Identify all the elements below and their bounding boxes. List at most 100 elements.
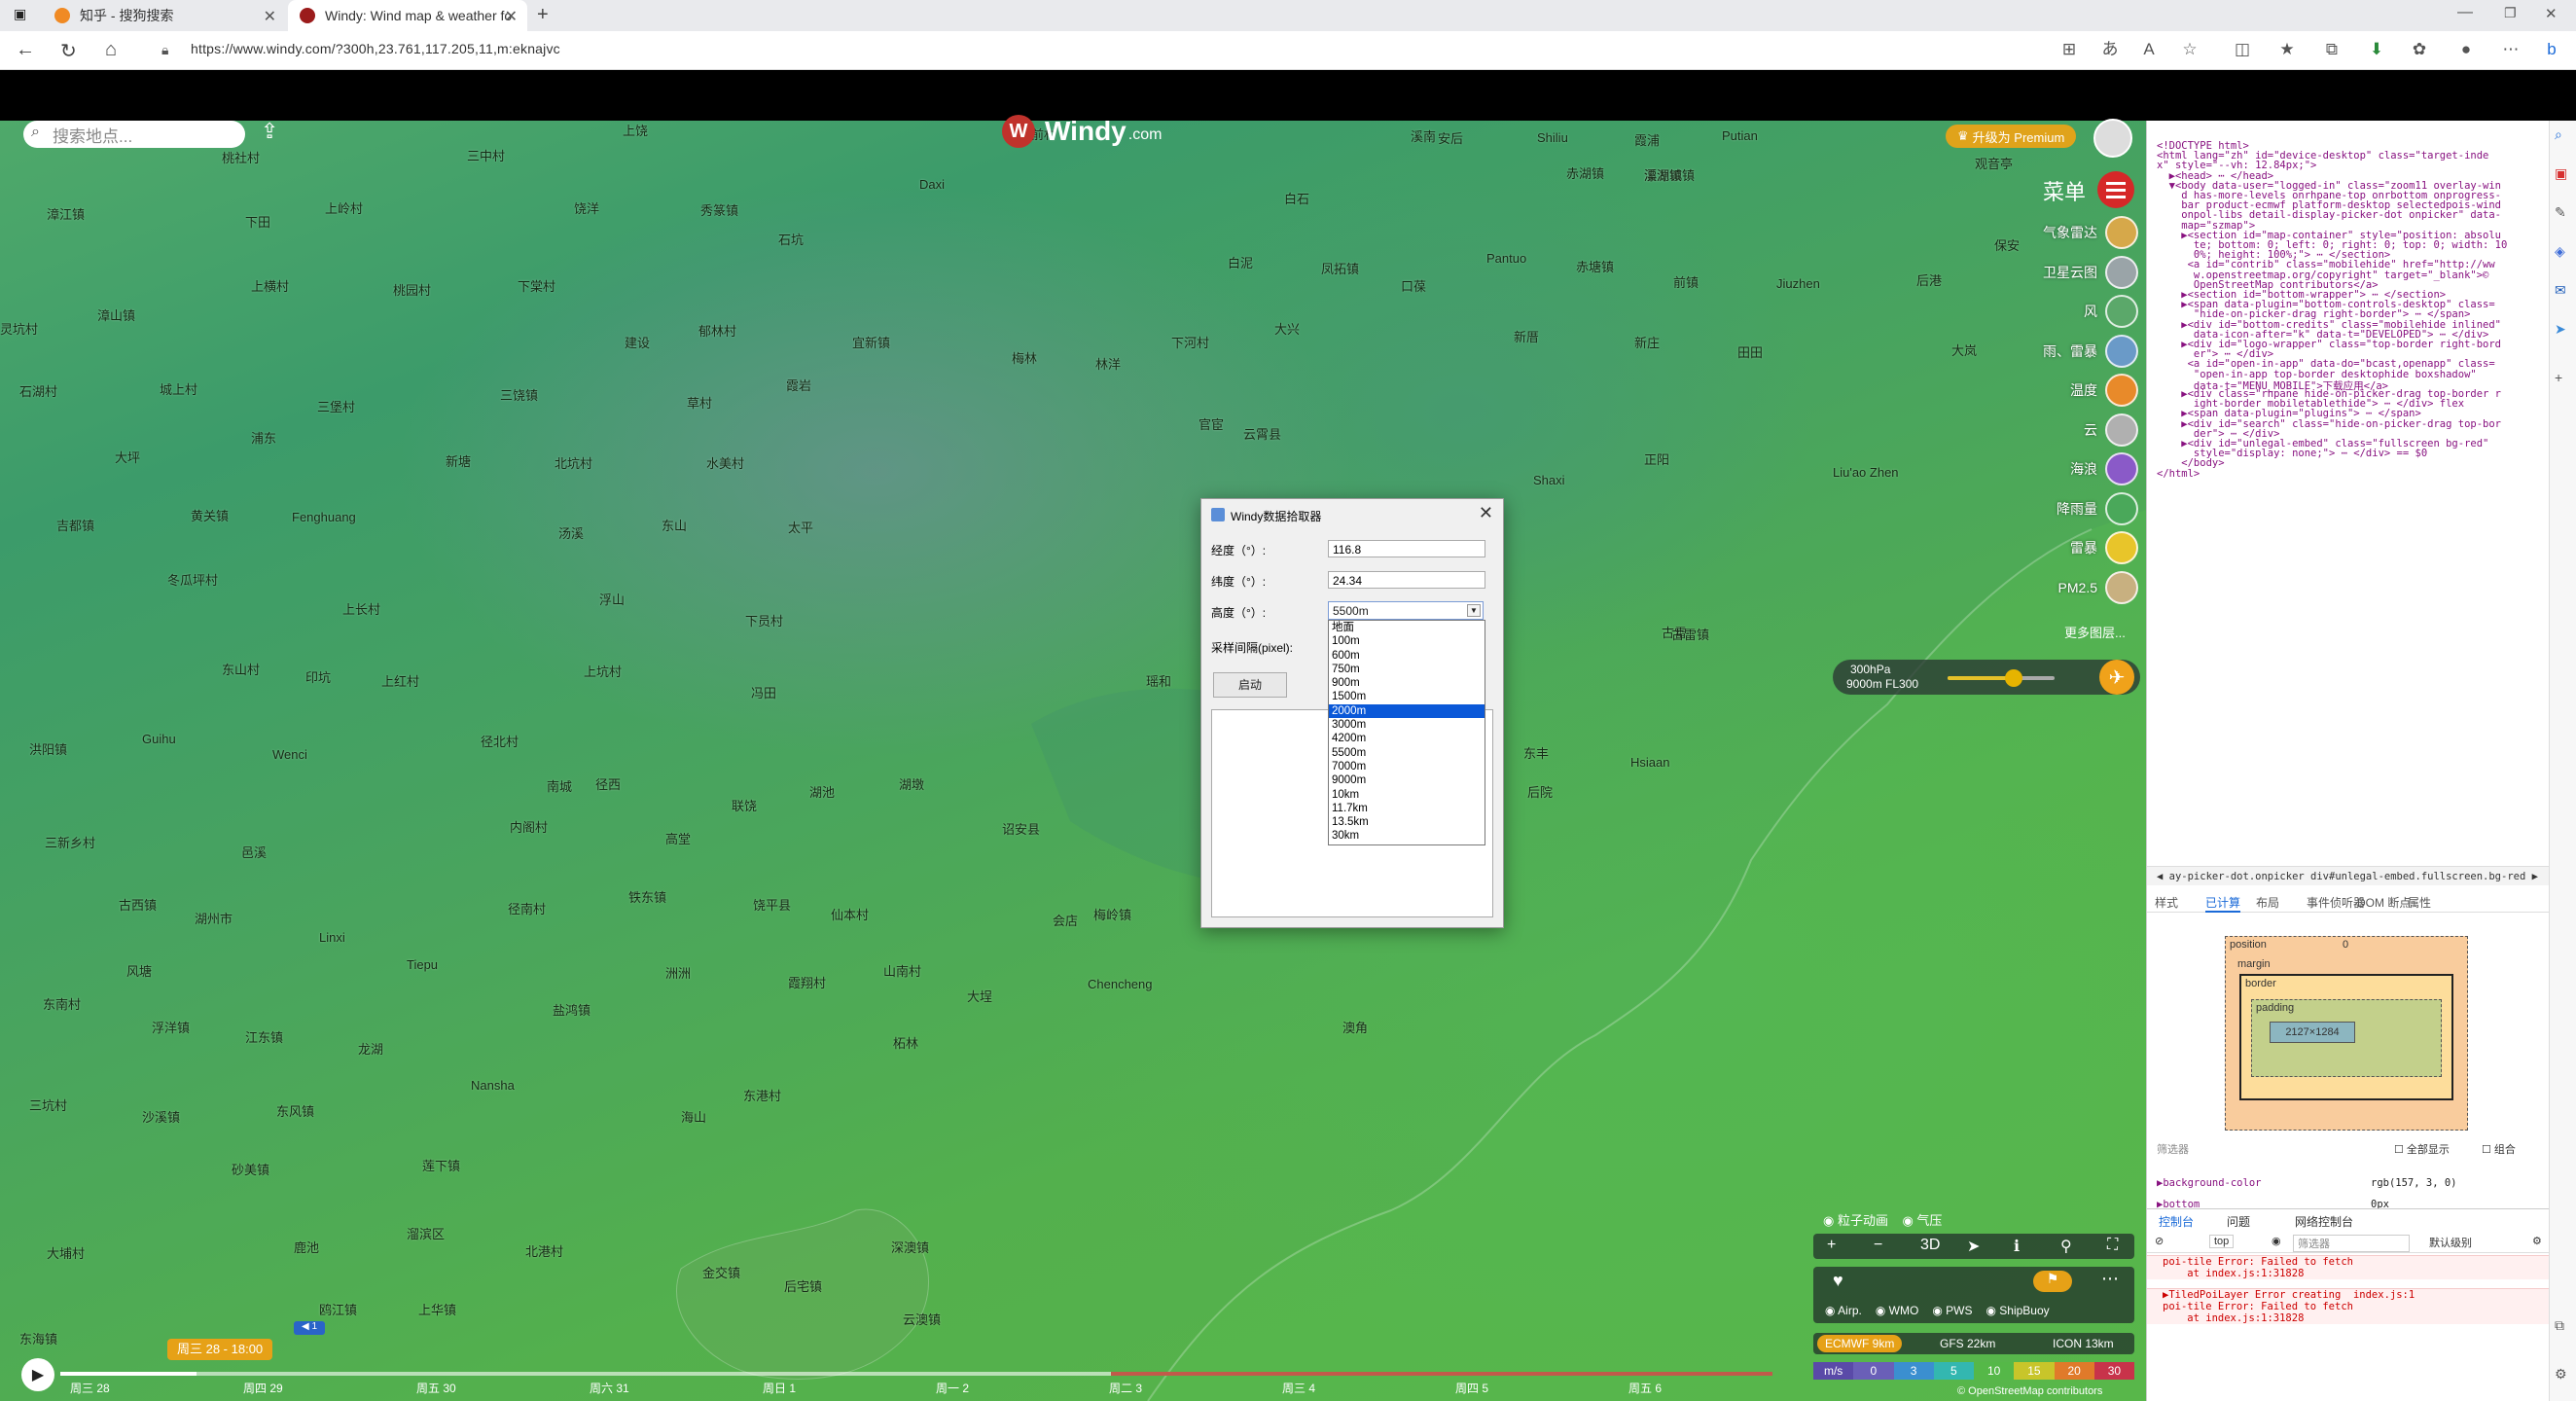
dropdown-arrow-icon[interactable]: ▼ <box>1467 604 1481 617</box>
obs-type-toggle[interactable]: ◉ PWS <box>1932 1304 1972 1317</box>
favorite-icon[interactable]: ☆ <box>2179 39 2200 60</box>
add-icon[interactable]: + <box>2555 370 2562 385</box>
console-tab[interactable]: 问题 <box>2227 1213 2250 1230</box>
close-icon[interactable]: ✕ <box>1479 503 1493 523</box>
obs-type-toggle[interactable]: ◉ WMO <box>1876 1304 1918 1317</box>
tools-icon[interactable]: ✎ <box>2555 204 2566 221</box>
lock-icon[interactable]: 🔒︎ <box>161 42 168 58</box>
model-ecmwf[interactable]: ECMWF 9km <box>1817 1335 1903 1352</box>
time-step-badge[interactable]: ◀ 1 <box>294 1321 325 1335</box>
heart-icon[interactable]: ♥ <box>1833 1271 1843 1291</box>
layer-item[interactable]: 气象雷达 <box>2004 216 2138 249</box>
altitude-track[interactable] <box>1948 669 2055 687</box>
url-field[interactable]: https://www.windy.com/?300h,23.761,117.2… <box>191 41 560 56</box>
layer-item[interactable]: 雨、雷暴 <box>2004 334 2138 368</box>
altitude-knob[interactable] <box>2005 669 2023 687</box>
new-tab-icon[interactable]: + <box>537 4 549 26</box>
close-window-icon[interactable]: ✕ <box>2545 5 2558 22</box>
console-tab[interactable]: 网络控制台 <box>2295 1213 2353 1230</box>
console-error[interactable]: poi-tile Error: Failed to fetch at index… <box>2147 1255 2556 1279</box>
eye-icon[interactable]: ◉ <box>2272 1235 2281 1247</box>
show-all-checkbox[interactable]: ☐ 全部显示 <box>2394 1141 2450 1157</box>
translate-icon[interactable]: あ <box>2099 39 2121 60</box>
altitude-option[interactable]: 2000m <box>1329 703 1485 719</box>
map-credits[interactable]: © OpenStreetMap contributors <box>1957 1385 2102 1397</box>
tab-zhihu[interactable]: 知乎 - 搜狗搜索 ✕ <box>43 0 286 31</box>
close-tab-icon[interactable]: ✕ <box>505 7 518 26</box>
customize-icon[interactable]: ⧉ <box>2555 1317 2564 1334</box>
tab-actions-icon[interactable]: ▣ <box>14 6 26 22</box>
search-sidebar-icon[interactable]: ⌕ <box>2555 126 2562 143</box>
timeline-track[interactable] <box>60 1372 1772 1376</box>
altitude-option[interactable]: 5500m <box>1329 746 1485 760</box>
layer-item[interactable]: 雷暴 <box>2004 531 2138 564</box>
plane-icon[interactable]: ✈ <box>2099 660 2134 695</box>
console-tab[interactable]: 控制台 <box>2159 1213 2194 1230</box>
reload-icon[interactable]: ↻ <box>60 39 77 63</box>
layer-item[interactable]: 云 <box>2004 413 2138 447</box>
menu-button[interactable] <box>2097 171 2134 208</box>
layer-item[interactable]: 海浪 <box>2004 452 2138 485</box>
maximize-icon[interactable]: ❐ <box>2504 5 2517 21</box>
avatar[interactable] <box>2093 119 2132 158</box>
context-select[interactable]: top <box>2209 1235 2235 1248</box>
layer-item[interactable]: 风 <box>2004 295 2138 328</box>
altitude-option[interactable]: 1500m <box>1329 690 1485 703</box>
altitude-options-list[interactable]: 地面 100m 600m 750m 900m 1500m 2000m 3000m 4200m 55… <box>1328 620 1485 845</box>
model-gfs[interactable]: GFS 22km <box>1940 1337 1995 1350</box>
latitude-input[interactable]: 24.34 <box>1328 571 1485 589</box>
model-icon[interactable]: ICON 13km <box>2053 1337 2114 1350</box>
copilot-icon[interactable]: b <box>2541 39 2562 60</box>
timeline-day[interactable]: 周四 29 <box>243 1380 283 1396</box>
longitude-input[interactable]: 116.8 <box>1328 540 1485 557</box>
map-control-button[interactable]: + <box>1827 1237 1836 1254</box>
styles-tab[interactable]: 已计算 <box>2205 894 2241 913</box>
altitude-option[interactable]: 4200m <box>1329 732 1485 745</box>
start-button[interactable]: 启动 <box>1213 672 1287 698</box>
more-dots-icon[interactable]: ⋯ <box>2101 1269 2119 1289</box>
altitude-option[interactable]: 600m <box>1329 649 1485 663</box>
group-checkbox[interactable]: ☐ 组合 <box>2482 1141 2516 1157</box>
search-input[interactable]: ⌕ 搜索地点... <box>23 121 245 148</box>
timeline-day[interactable]: 周五 6 <box>1628 1380 1662 1396</box>
obs-type-toggle[interactable]: ◉ Airp. <box>1825 1304 1862 1317</box>
timeline-day[interactable]: 周三 4 <box>1282 1380 1315 1396</box>
altitude-slider[interactable]: 300hPa 9000m FL300 <box>1833 660 2140 695</box>
map-control-button[interactable]: − <box>1874 1237 1882 1254</box>
collections-icon[interactable]: ⧉ <box>2321 39 2343 60</box>
altitude-option[interactable]: 100m <box>1329 634 1485 648</box>
downloads-icon[interactable]: ⬇ <box>2366 39 2387 60</box>
dom-line[interactable]: </html> <box>2157 468 2200 480</box>
minimize-icon[interactable]: — <box>2457 4 2473 21</box>
obs-type-toggle[interactable]: ◉ ShipBuoy <box>1986 1304 2049 1317</box>
timeline-day[interactable]: 周六 31 <box>590 1380 629 1396</box>
clear-console-icon[interactable]: ⊘ <box>2155 1235 2164 1247</box>
settings-icon[interactable]: ⚙ <box>2532 1235 2542 1247</box>
level-select[interactable]: 默认级别 <box>2429 1235 2472 1250</box>
styles-tab[interactable]: DOM 断点 <box>2357 894 2411 911</box>
map-control-button[interactable]: 3D <box>1920 1237 1940 1254</box>
play-button[interactable]: ▶ <box>21 1358 54 1391</box>
sidebar-settings-icon[interactable]: ⚙ <box>2555 1366 2567 1383</box>
layer-item[interactable]: 降雨量 <box>2004 491 2138 525</box>
layer-item[interactable]: PM2.5 <box>2004 570 2138 604</box>
flag-icon[interactable]: ⚑ <box>2033 1271 2072 1292</box>
extensions-icon[interactable]: ✿ <box>2409 39 2430 60</box>
more-icon[interactable]: ⋯ <box>2500 39 2522 60</box>
altitude-option[interactable]: 750m <box>1329 663 1485 676</box>
map-control-button[interactable]: ⛶ <box>2107 1237 2118 1254</box>
css-property-row[interactable]: ▶background-color rgb(157, 3, 0) <box>2157 1177 2457 1189</box>
console-filter[interactable]: 筛选器 <box>2293 1235 2410 1252</box>
altitude-option[interactable]: 11.7km <box>1329 802 1485 815</box>
altitude-option[interactable]: 30km <box>1329 829 1485 843</box>
windy-logo[interactable]: W Windy .com <box>1002 115 1162 148</box>
more-layers-link[interactable]: 更多图层... <box>2064 623 2126 641</box>
styles-tab[interactable]: 样式 <box>2155 894 2178 911</box>
wind-map[interactable]: 桃社村 上饶 三中村 漳江镇 下田 上岭村 饶洋 秀篆镇 Daxi 石坑 白石 Shiliu 安后 霞浦 P… <box>0 121 2146 1401</box>
close-tab-icon[interactable]: ✕ <box>264 7 276 26</box>
styles-tab[interactable]: 布局 <box>2256 894 2279 911</box>
timeline-day[interactable]: 周五 30 <box>416 1380 456 1396</box>
layer-item[interactable]: 卫星云图 <box>2004 255 2138 289</box>
profile-icon[interactable]: ● <box>2455 39 2477 60</box>
altitude-option[interactable]: 7000m <box>1329 760 1485 773</box>
